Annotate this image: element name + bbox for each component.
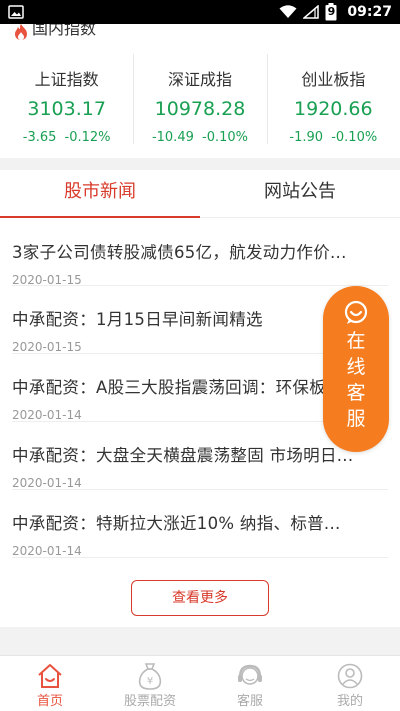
domestic-indices-section: 国内指数 上证指数 3103.17 -3.65 -0.12% 深证成指 1097… [0,24,400,158]
clock: 09:27 [347,4,392,20]
battery-icon: 9 [325,3,337,21]
index-name: 深证成指 [167,70,232,89]
customer-service-icon [200,662,300,690]
battery-level: 9 [327,5,336,18]
image-notification-icon [8,5,24,19]
index-chinext[interactable]: 创业板指 1920.66 -1.90 -0.10% [266,54,400,148]
index-change-points: -10.49 [151,130,194,145]
home-icon [0,662,100,690]
index-name: 创业板指 [301,70,366,89]
online-service-button[interactable]: 在 线 客 服 [323,286,389,452]
tab-stock-news[interactable]: 股市新闻 [0,170,200,218]
nav-stock-financing[interactable]: ¥ 股票配资 [100,656,200,711]
svg-text:¥: ¥ [147,676,153,687]
index-change: -10.49 -0.10% [133,130,266,145]
index-list: 上证指数 3103.17 -3.65 -0.12% 深证成指 10978.28 … [0,54,400,148]
index-change-points: -1.90 [289,130,324,145]
nav-profile[interactable]: 我的 [300,656,400,711]
tab-site-announcements[interactable]: 网站公告 [200,170,400,217]
nav-label: 客服 [236,694,263,709]
nav-label: 首页 [36,694,63,709]
news-item[interactable]: 中承配资：特斯拉大涨近10% 纳指、标普... 2020-01-14 [12,490,388,558]
news-title: 中承配资：大盘全天横盘震荡整固 市场明日... [12,446,354,465]
index-shanghai[interactable]: 上证指数 3103.17 -3.65 -0.12% [0,54,133,148]
flame-icon [14,24,28,42]
chat-bubble-icon [343,300,369,326]
nav-label: 股票配资 [123,694,176,709]
index-shenzhen[interactable]: 深证成指 10978.28 -10.49 -0.10% [133,54,266,148]
news-title: 中承配资：特斯拉大涨近10% 纳指、标普... [12,514,341,533]
service-char: 线 [346,356,366,378]
news-item[interactable]: 3家子公司债转股减债65亿，航发动力作价... 2020-01-15 [12,218,388,287]
news-date: 2020-01-14 [12,544,82,558]
nav-label: 我的 [336,694,363,709]
index-value: 1920.66 [294,98,373,120]
nav-customer-service[interactable]: 客服 [200,656,300,711]
app-screen: 9 09:27 国内指数 上证指数 3103.17 -3.65 -0.12% 深… [0,0,400,711]
index-value: 3103.17 [27,98,106,120]
index-change: -3.65 -0.12% [0,130,133,145]
index-change-percent: -0.10% [202,130,249,145]
nav-home[interactable]: 首页 [0,656,100,711]
status-bar: 9 09:27 [0,0,400,24]
more-wrap: 查看更多 [0,580,400,616]
service-char: 客 [346,382,366,404]
news-title: 3家子公司债转股减债65亿，航发动力作价... [12,243,347,262]
index-change-percent: -0.12% [64,130,111,145]
news-date: 2020-01-15 [12,273,82,287]
index-change: -1.90 -0.10% [267,130,400,145]
user-icon [300,662,400,690]
service-char: 在 [346,330,366,352]
view-more-button[interactable]: 查看更多 [131,580,269,616]
section-header: 国内指数 [14,24,96,42]
index-name: 上证指数 [34,70,99,89]
index-change-points: -3.65 [22,130,57,145]
news-tabs: 股市新闻 网站公告 [0,170,400,218]
news-date: 2020-01-14 [12,476,82,490]
index-change-percent: -0.10% [331,130,378,145]
service-char: 服 [346,408,366,430]
wifi-icon [279,5,297,19]
online-service-label: 在 线 客 服 [323,328,389,432]
signal-icon [303,5,320,19]
index-value: 10978.28 [154,98,246,120]
section-title: 国内指数 [32,24,97,38]
bottom-nav: 首页 ¥ 股票配资 客服 我的 [0,655,400,711]
money-bag-icon: ¥ [100,662,200,690]
